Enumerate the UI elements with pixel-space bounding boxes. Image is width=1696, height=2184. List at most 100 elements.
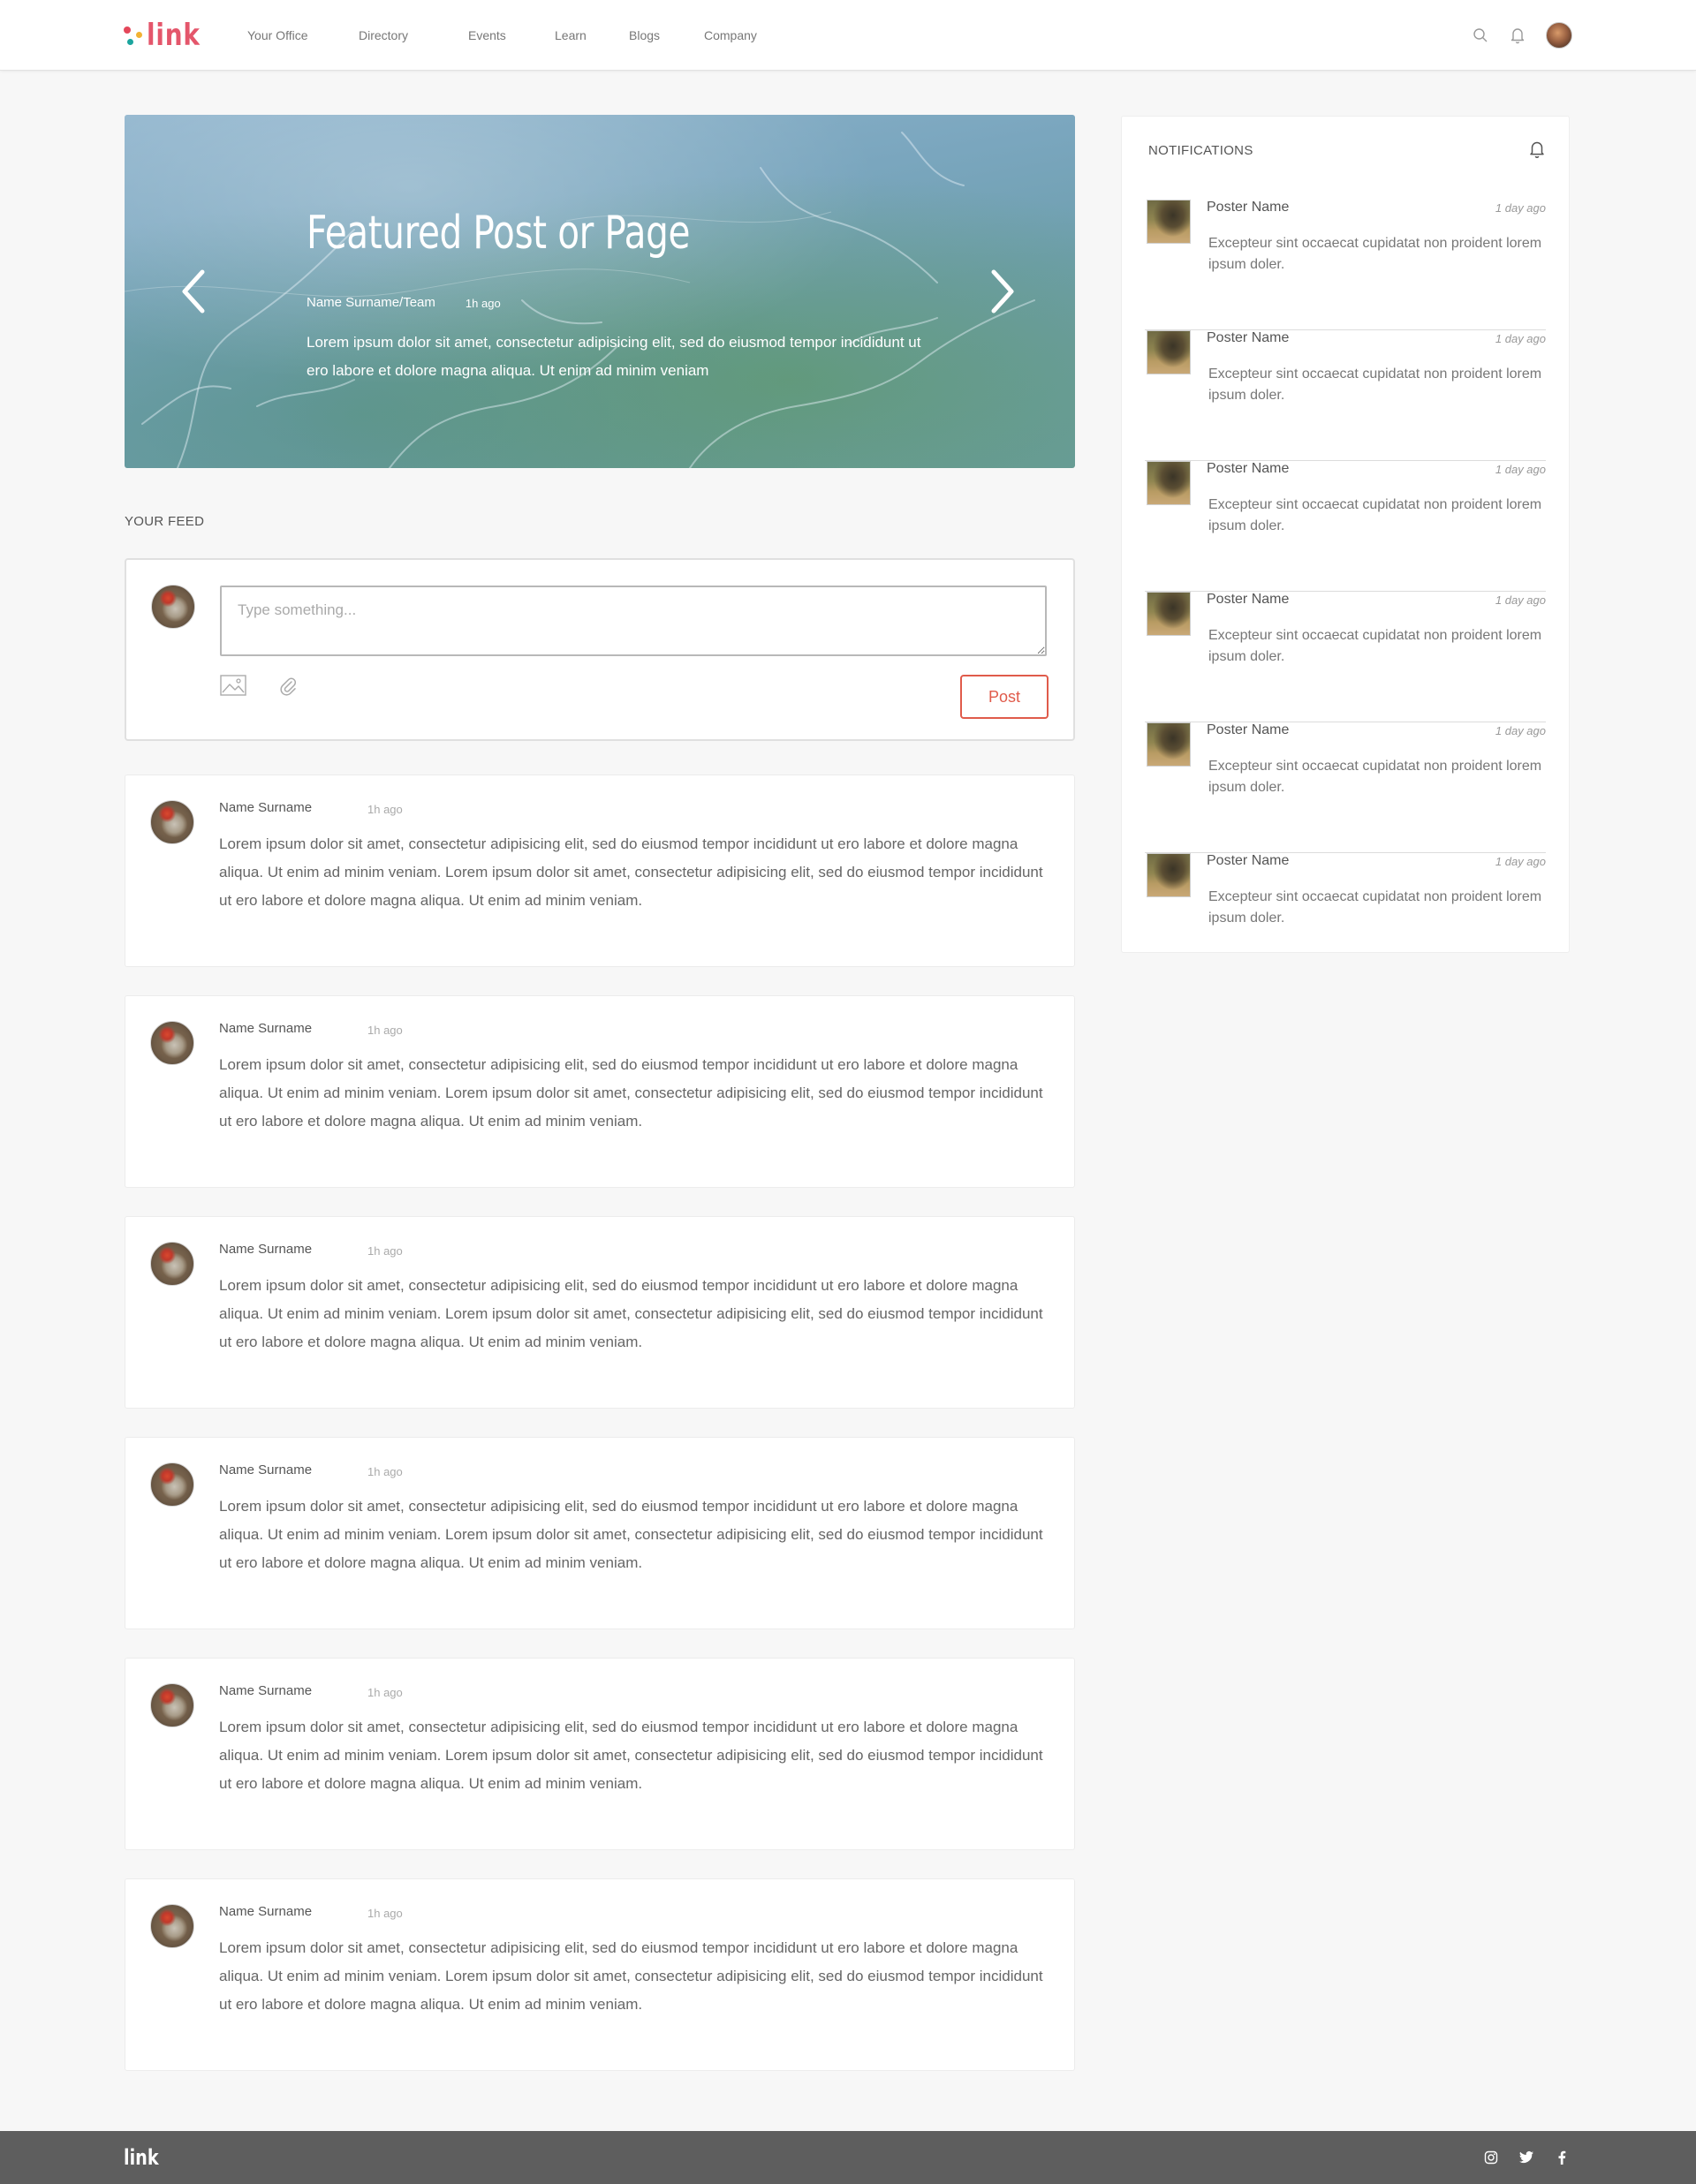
notification-poster: Poster Name <box>1207 592 1290 607</box>
bell-icon[interactable] <box>1528 140 1546 159</box>
brand-logo[interactable]: link <box>124 19 212 51</box>
post-author-avatar[interactable] <box>150 800 194 844</box>
notification-thumbnail <box>1147 200 1191 244</box>
footer-logo[interactable]: link <box>124 2145 159 2170</box>
notification-text: Excepteur sint occaecat cupidatat non pr… <box>1208 367 1542 403</box>
notification-time: 1 day ago <box>1495 463 1546 476</box>
nav-item-events[interactable]: Events <box>468 28 556 42</box>
post-time: 1h ago <box>367 1024 403 1037</box>
post-author-name[interactable]: Name Surname <box>219 1462 312 1477</box>
feed-post: Name Surname 1h ago Lorem ipsum dolor si… <box>125 775 1075 967</box>
post-text: Lorem ipsum dolor sit amet, consectetur … <box>219 1056 1043 1130</box>
post-author-avatar[interactable] <box>150 1021 194 1065</box>
post-author-name[interactable]: Name Surname <box>219 1904 312 1919</box>
notifications-title: NOTIFICATIONS <box>1148 143 1253 158</box>
notification-time: 1 day ago <box>1495 332 1546 345</box>
feed-post: Name Surname 1h ago Lorem ipsum dolor si… <box>125 1878 1075 2071</box>
notification-time: 1 day ago <box>1495 724 1546 737</box>
post-time: 1h ago <box>367 1907 403 1920</box>
post-composer: Post <box>125 558 1075 741</box>
notification-item[interactable]: Poster Name 1 day ago Excepteur sint occ… <box>1145 853 1546 984</box>
featured-author[interactable]: Name Surname/Team <box>307 295 435 310</box>
search-icon[interactable] <box>1472 26 1489 44</box>
chevron-left-icon <box>182 269 205 314</box>
notification-thumbnail <box>1147 461 1191 505</box>
notification-thumbnail <box>1147 330 1191 374</box>
nav-item-your-office[interactable]: Your Office <box>247 28 353 42</box>
feed-post: Name Surname 1h ago Lorem ipsum dolor si… <box>125 1216 1075 1409</box>
post-text: Lorem ipsum dolor sit amet, consectetur … <box>219 835 1043 909</box>
composer-avatar <box>151 585 195 629</box>
post-author-name[interactable]: Name Surname <box>219 1242 312 1257</box>
feed-post: Name Surname 1h ago Lorem ipsum dolor si… <box>125 1658 1075 1850</box>
notification-text: Excepteur sint occaecat cupidatat non pr… <box>1208 759 1542 795</box>
featured-carousel: Featured Post or Page Name Surname/Team … <box>125 115 1075 468</box>
top-header: link Your Office Directory Events Learn … <box>0 0 1696 71</box>
notification-thumbnail <box>1147 592 1191 636</box>
carousel-prev-button[interactable] <box>176 267 211 316</box>
bell-icon[interactable] <box>1509 26 1526 44</box>
twitter-icon[interactable] <box>1518 2149 1535 2166</box>
featured-meta: Name Surname/Team 1h ago <box>307 295 501 310</box>
facebook-icon[interactable] <box>1553 2149 1571 2166</box>
chevron-right-icon <box>991 269 1014 314</box>
post-time: 1h ago <box>367 1244 403 1258</box>
notification-thumbnail <box>1147 853 1191 897</box>
attachment-icon[interactable] <box>275 674 301 697</box>
notification-poster: Poster Name <box>1207 853 1290 868</box>
notification-item[interactable]: Poster Name 1 day ago Excepteur sint occ… <box>1145 330 1546 461</box>
nav-item-directory[interactable]: Directory <box>359 28 465 42</box>
notification-poster: Poster Name <box>1207 330 1290 345</box>
post-author-name[interactable]: Name Surname <box>219 1683 312 1698</box>
notification-item[interactable]: Poster Name 1 day ago Excepteur sint occ… <box>1145 200 1546 330</box>
nav-item-learn[interactable]: Learn <box>555 28 625 42</box>
notification-text: Excepteur sint occaecat cupidatat non pr… <box>1208 628 1542 664</box>
notification-time: 1 day ago <box>1495 593 1546 607</box>
post-button[interactable]: Post <box>960 675 1049 719</box>
post-author-avatar[interactable] <box>150 1904 194 1948</box>
post-time: 1h ago <box>367 803 403 816</box>
notification-text: Excepteur sint occaecat cupidatat non pr… <box>1208 497 1542 533</box>
post-time: 1h ago <box>367 1465 403 1478</box>
hero-background-image <box>125 132 1035 468</box>
notification-text: Excepteur sint occaecat cupidatat non pr… <box>1208 236 1542 272</box>
post-input[interactable] <box>220 586 1047 656</box>
notification-time: 1 day ago <box>1495 855 1546 868</box>
nav-item-blogs[interactable]: Blogs <box>629 28 700 42</box>
featured-title[interactable]: Featured Post or Page <box>307 207 690 260</box>
image-icon[interactable] <box>220 674 246 697</box>
logo-text: link <box>147 18 201 53</box>
notification-item[interactable]: Poster Name 1 day ago Excepteur sint occ… <box>1145 461 1546 592</box>
post-text: Lorem ipsum dolor sit amet, consectetur … <box>219 1498 1043 1571</box>
post-text: Lorem ipsum dolor sit amet, consectetur … <box>219 1719 1043 1792</box>
nav-item-company[interactable]: Company <box>704 28 792 42</box>
notification-poster: Poster Name <box>1207 722 1290 737</box>
post-text: Lorem ipsum dolor sit amet, consectetur … <box>219 1277 1043 1350</box>
post-text: Lorem ipsum dolor sit amet, consectetur … <box>219 1939 1043 2013</box>
user-avatar[interactable] <box>1546 22 1572 49</box>
post-author-avatar[interactable] <box>150 1683 194 1727</box>
carousel-next-button[interactable] <box>985 267 1020 316</box>
post-author-avatar[interactable] <box>150 1462 194 1507</box>
notification-time: 1 day ago <box>1495 201 1546 215</box>
notification-item[interactable]: Poster Name 1 day ago Excepteur sint occ… <box>1145 592 1546 722</box>
notification-item[interactable]: Poster Name 1 day ago Excepteur sint occ… <box>1145 722 1546 853</box>
header-actions <box>1452 21 1572 49</box>
post-author-avatar[interactable] <box>150 1242 194 1286</box>
feed-post: Name Surname 1h ago Lorem ipsum dolor si… <box>125 1437 1075 1629</box>
feed-post: Name Surname 1h ago Lorem ipsum dolor si… <box>125 995 1075 1188</box>
notification-thumbnail <box>1147 722 1191 767</box>
post-author-name[interactable]: Name Surname <box>219 1021 312 1036</box>
logo-mark-icon <box>124 23 145 48</box>
feed-section-title: YOUR FEED <box>125 514 205 529</box>
social-links <box>1465 2149 1571 2166</box>
instagram-icon[interactable] <box>1482 2149 1500 2166</box>
featured-excerpt: Lorem ipsum dolor sit amet, consectetur … <box>307 334 921 379</box>
featured-time: 1h ago <box>465 297 501 310</box>
notifications-panel: NOTIFICATIONS Poster Name 1 day ago Exce… <box>1121 116 1570 953</box>
site-footer: link <box>0 2131 1696 2184</box>
notification-text: Excepteur sint occaecat cupidatat non pr… <box>1208 889 1542 926</box>
notification-poster: Poster Name <box>1207 200 1290 215</box>
post-author-name[interactable]: Name Surname <box>219 800 312 815</box>
post-time: 1h ago <box>367 1686 403 1699</box>
